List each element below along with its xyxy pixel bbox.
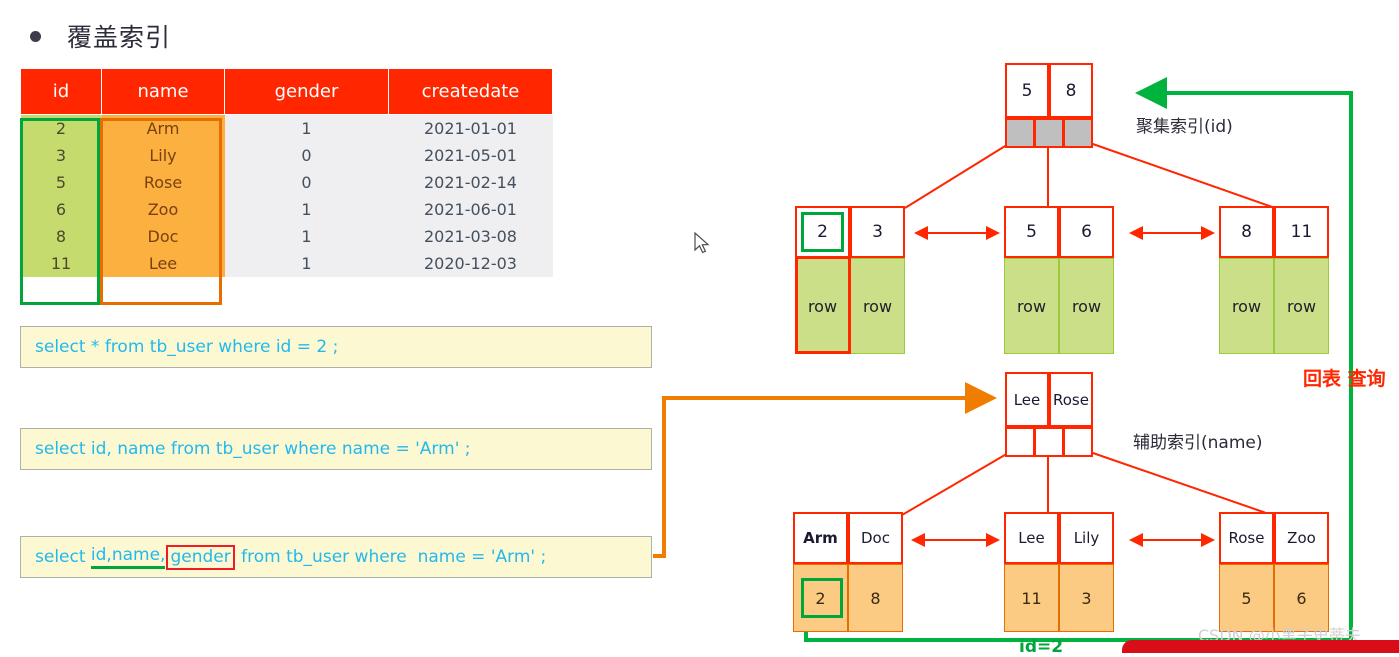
clustered-leaf-rowdata: row xyxy=(1219,258,1274,354)
sql-query-box-3: select id,name, gender from tb_user where… xyxy=(20,536,652,578)
secondary-leaf-id: 11 xyxy=(1004,564,1059,632)
cell-gender: 0 xyxy=(224,169,389,196)
sql-q3-underlined-columns: id,name, xyxy=(90,545,166,569)
secondary-leaf-node: Arm Doc 2 8 xyxy=(793,512,914,632)
clustered-leaf-key: 6 xyxy=(1059,206,1114,258)
sql-query-box-1: select * from tb_user where id = 2 ; xyxy=(20,326,652,368)
column-header-gender: gender xyxy=(224,68,389,115)
secondary-leaf-key: Rose xyxy=(1219,512,1274,564)
clustered-root-key: 5 xyxy=(1005,63,1049,118)
table-row: 5 Rose 0 2021-02-14 xyxy=(20,169,553,196)
sql-query-text-1: select * from tb_user where id = 2 ; xyxy=(35,337,339,357)
table-header-row: id name gender createdate xyxy=(20,68,553,115)
clustered-root-pointer xyxy=(1034,118,1064,148)
slide-title-row: 覆盖索引 xyxy=(30,18,171,54)
secondary-root-pointer xyxy=(1005,427,1035,457)
clustered-leaf-rowdata: row xyxy=(1274,258,1329,354)
sql-q3-prefix: select xyxy=(35,547,91,567)
secondary-leaf-node: Lee Lily 11 3 xyxy=(1004,512,1125,632)
cell-createdate: 2020-12-03 xyxy=(388,250,553,277)
clustered-leaf-key: 2 xyxy=(795,206,850,258)
clustered-leaf-key: 3 xyxy=(850,206,905,258)
cell-gender: 1 xyxy=(224,196,389,223)
clustered-root-pointer xyxy=(1005,118,1035,148)
cell-createdate: 2021-01-01 xyxy=(388,114,553,142)
cell-createdate: 2021-05-01 xyxy=(388,142,553,169)
clustered-leaf-node: 8 11 row row xyxy=(1219,206,1340,354)
id-equals-annotation: id=2 xyxy=(1019,637,1064,657)
cell-createdate: 2021-02-14 xyxy=(388,169,553,196)
cell-name: Lily xyxy=(101,142,225,169)
clustered-root-key: 8 xyxy=(1049,63,1093,118)
bullet-dot-icon xyxy=(30,30,41,42)
user-data-table: id name gender createdate 2 Arm 1 2021-0… xyxy=(20,68,553,277)
secondary-leaf-key: Lee xyxy=(1004,512,1059,564)
table-row: 3 Lily 0 2021-05-01 xyxy=(20,142,553,169)
secondary-root-pointer xyxy=(1034,427,1064,457)
clustered-leaf-node: 5 6 row row xyxy=(1004,206,1125,354)
sql-query-box-2: select id, name from tb_user where name … xyxy=(20,428,652,470)
cell-gender: 1 xyxy=(224,250,389,277)
secondary-leaf-id: 3 xyxy=(1059,564,1114,632)
cell-name: Arm xyxy=(101,114,225,142)
column-header-name: name xyxy=(101,68,225,115)
cell-gender: 0 xyxy=(224,142,389,169)
table-row: 6 Zoo 1 2021-06-01 xyxy=(20,196,553,223)
cell-name: Lee xyxy=(101,250,225,277)
clustered-leaf-key: 8 xyxy=(1219,206,1274,258)
table-row: 2 Arm 1 2021-01-01 xyxy=(20,114,553,142)
secondary-root-key: Lee xyxy=(1005,372,1049,427)
secondary-root-key: Rose xyxy=(1049,372,1093,427)
secondary-leaf-node: Rose Zoo 5 6 xyxy=(1219,512,1340,632)
secondary-leaf-id: 2 xyxy=(793,564,848,632)
cell-id: 6 xyxy=(20,196,102,223)
clustered-leaf-rowdata: row xyxy=(795,258,850,354)
clustered-leaf-rowdata: row xyxy=(1004,258,1059,354)
column-header-id: id xyxy=(20,68,102,115)
secondary-root-node: Lee Rose xyxy=(1005,372,1093,457)
cell-id: 5 xyxy=(20,169,102,196)
secondary-leaf-key: Arm xyxy=(793,512,848,564)
clustered-leaf-key: 5 xyxy=(1004,206,1059,258)
clustered-root-node: 5 8 xyxy=(1005,63,1093,148)
secondary-index-label: 辅助索引(name) xyxy=(1133,433,1263,453)
cell-name: Doc xyxy=(101,223,225,250)
clustered-leaf-node: 2 3 row row xyxy=(795,206,916,354)
cell-id: 2 xyxy=(20,114,102,142)
clustered-index-label: 聚集索引(id) xyxy=(1136,117,1233,137)
cell-gender: 1 xyxy=(224,114,389,142)
secondary-leaf-id: 8 xyxy=(848,564,903,632)
clustered-root-pointer xyxy=(1063,118,1093,148)
column-header-createdate: createdate xyxy=(388,68,553,115)
bottom-red-banner xyxy=(1122,640,1399,653)
secondary-leaf-key: Lily xyxy=(1059,512,1114,564)
secondary-leaf-key: Doc xyxy=(848,512,903,564)
clustered-leaf-rowdata: row xyxy=(1059,258,1114,354)
mouse-cursor-icon xyxy=(694,232,710,254)
clustered-leaf-key: 11 xyxy=(1274,206,1329,258)
cell-id: 8 xyxy=(20,223,102,250)
cell-gender: 1 xyxy=(224,223,389,250)
cell-createdate: 2021-03-08 xyxy=(388,223,553,250)
secondary-leaf-key: Zoo xyxy=(1274,512,1329,564)
cell-name: Zoo xyxy=(101,196,225,223)
table-row: 8 Doc 1 2021-03-08 xyxy=(20,223,553,250)
clustered-leaf-rowdata: row xyxy=(850,258,905,354)
sql-query-text-2: select id, name from tb_user where name … xyxy=(35,439,471,459)
sql-q3-suffix: from tb_user where name = 'Arm' ; xyxy=(235,547,547,567)
secondary-root-pointer xyxy=(1063,427,1093,457)
cell-id: 3 xyxy=(20,142,102,169)
cell-id: 11 xyxy=(20,250,102,277)
cell-createdate: 2021-06-01 xyxy=(388,196,553,223)
cell-name: Rose xyxy=(101,169,225,196)
sql-q3-boxed-column: gender xyxy=(166,544,235,570)
back-to-table-annotation: 回表 查询 xyxy=(1303,368,1386,390)
page-title: 覆盖索引 xyxy=(67,23,172,52)
table-row: 11 Lee 1 2020-12-03 xyxy=(20,250,553,277)
